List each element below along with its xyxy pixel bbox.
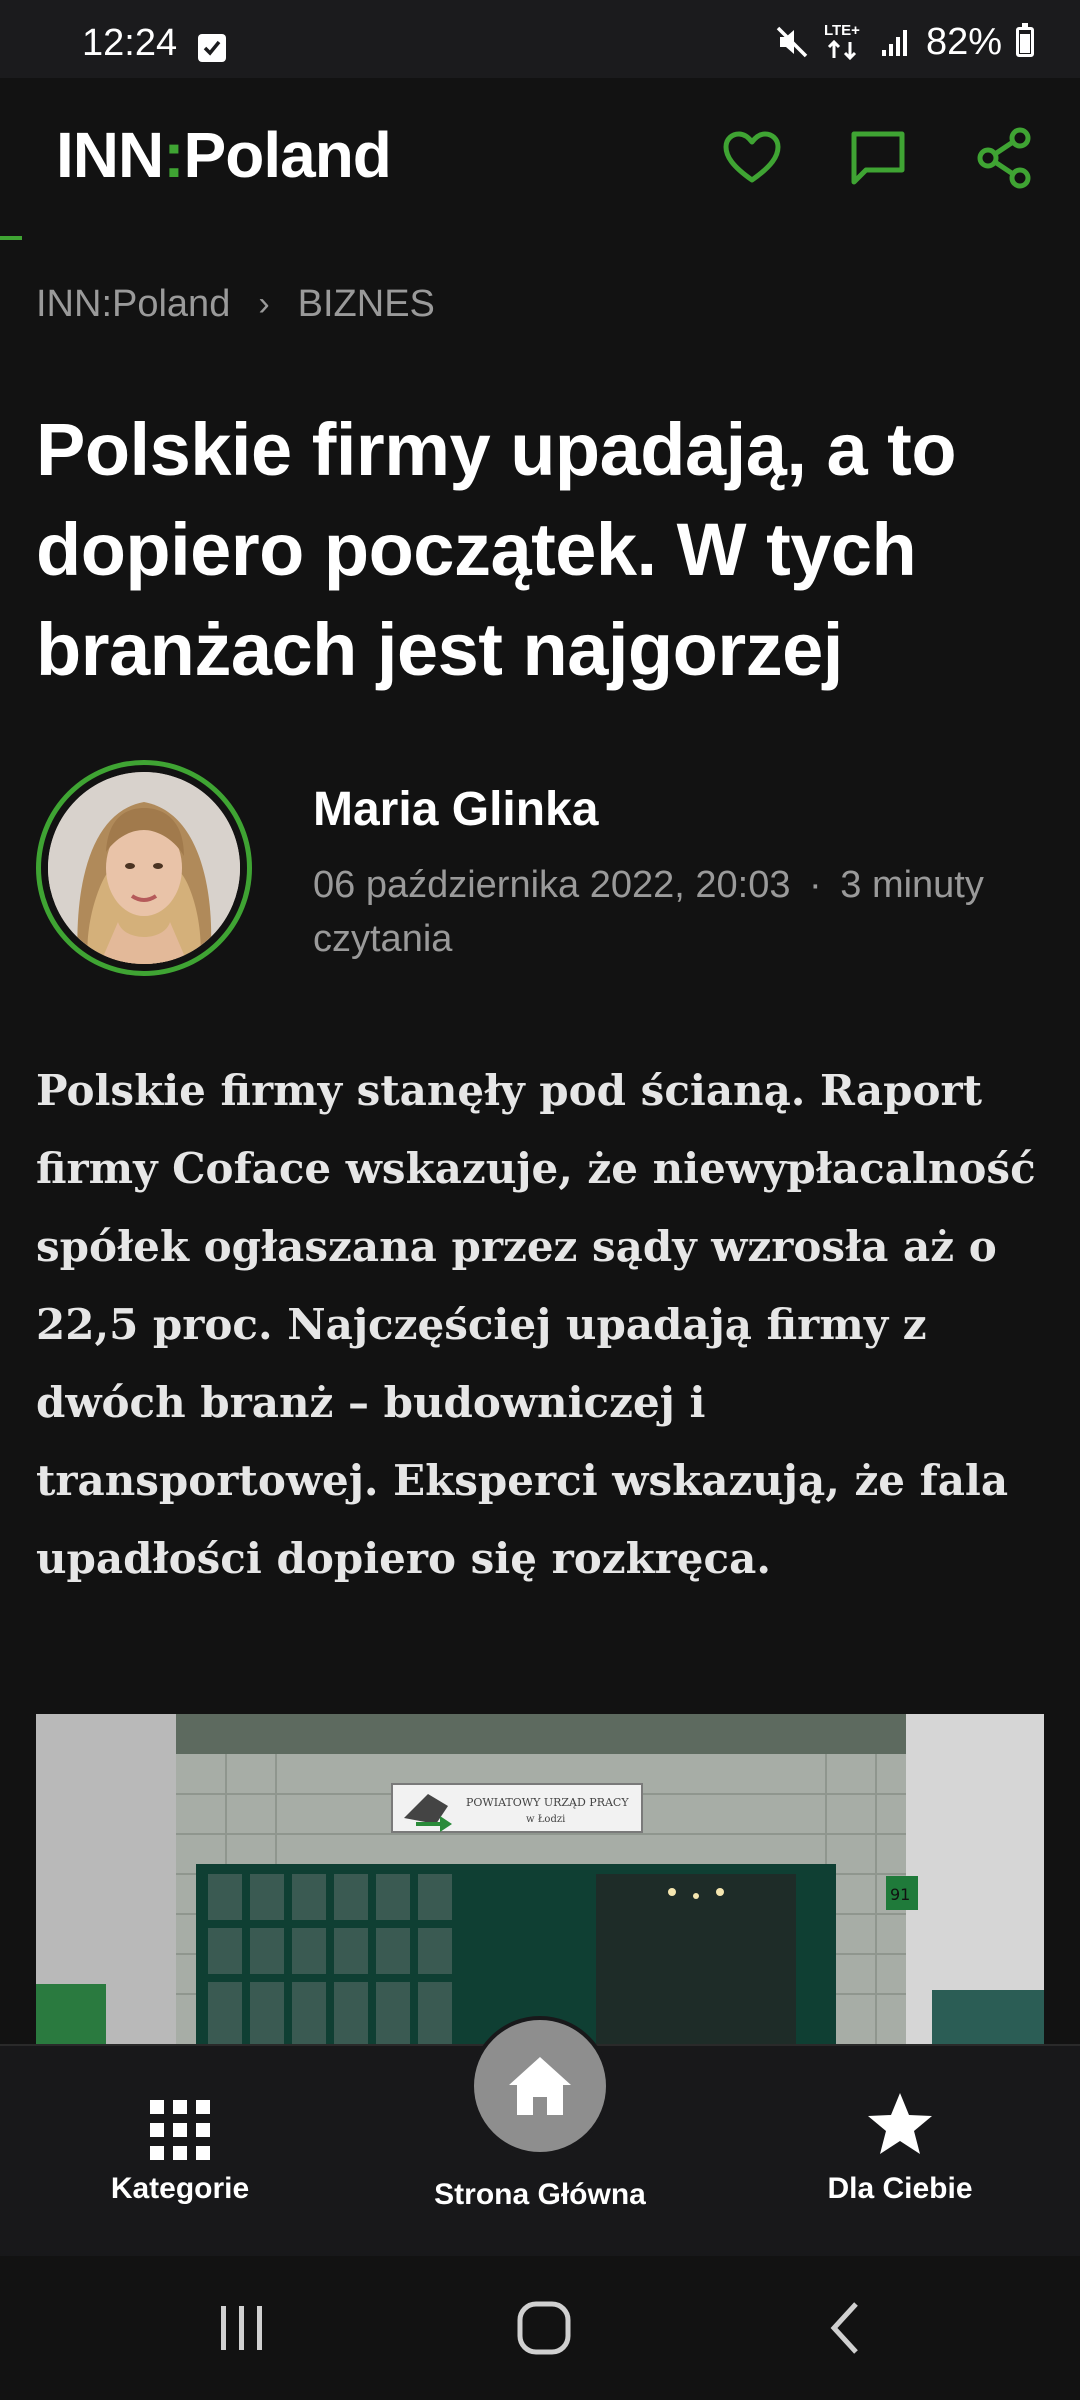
checkbox-notification-icon: [198, 34, 226, 62]
system-navigation-bar: [0, 2256, 1080, 2400]
sign-text-1: POWIATOWY URZĄD PRACY: [466, 1796, 629, 1809]
article-meta: 06 października 2022, 20:03 · 3 minuty c…: [313, 858, 993, 966]
lte-icon: LTE+: [824, 22, 866, 62]
nav-home-label: Strona Główna: [434, 2178, 646, 2211]
breadcrumb-category[interactable]: BIZNES: [298, 283, 435, 326]
heart-icon[interactable]: [716, 122, 788, 194]
breadcrumb: INN:Poland › BIZNES: [36, 283, 435, 326]
inn-poland-logo[interactable]: INN:Poland: [56, 118, 392, 192]
share-icon[interactable]: [968, 122, 1040, 194]
status-time: 12:24: [82, 22, 178, 64]
article-title: Polskie firmy upadają, a to dopiero pocz…: [36, 408, 957, 691]
status-bar: 12:24 LTE+ 82%: [0, 0, 1080, 78]
recent-apps-icon[interactable]: [182, 2256, 302, 2400]
sign-text-2: w Łodzi: [526, 1814, 565, 1825]
avatar: [48, 772, 240, 964]
author-avatar[interactable]: [36, 760, 252, 976]
nav-home[interactable]: Strona Główna: [390, 2046, 690, 2258]
nav-categories-label: Kategorie: [110, 2172, 250, 2205]
breadcrumb-home[interactable]: INN:Poland: [36, 283, 230, 326]
battery-percent: 82%: [925, 20, 1002, 63]
building-number: 91: [890, 1885, 910, 1904]
author-name[interactable]: Maria Glinka: [313, 782, 598, 837]
comment-icon[interactable]: [842, 122, 914, 194]
star-icon: [868, 2093, 932, 2154]
app-header: INN:Poland: [0, 78, 1080, 240]
grid-icon: [150, 2100, 210, 2160]
status-indicators: LTE+ 82%: [774, 20, 1034, 63]
article-image[interactable]: POWIATOWY URZĄD PRACY w Łodzi 91: [36, 1714, 1044, 2044]
mute-icon: [776, 26, 808, 58]
meta-separator: ·: [809, 864, 822, 906]
battery-icon: [1016, 23, 1034, 57]
nav-categories[interactable]: Kategorie: [30, 2046, 330, 2258]
back-icon[interactable]: [786, 2256, 906, 2400]
article-lead: Polskie firmy stanęły pod ścianą. Raport…: [36, 1066, 1036, 1583]
nav-for-you-label: Dla Ciebie: [827, 2172, 973, 2205]
publish-date: 06 października 2022, 20:03: [313, 864, 791, 906]
nav-for-you[interactable]: Dla Ciebie: [750, 2046, 1050, 2258]
reading-progress-bar: [0, 236, 22, 240]
bottom-navigation: Kategorie Strona Główna Dla Ciebie: [0, 2016, 1080, 2258]
breadcrumb-separator: ›: [258, 285, 270, 323]
home-system-icon[interactable]: [484, 2256, 604, 2400]
signal-icon: [881, 30, 907, 56]
